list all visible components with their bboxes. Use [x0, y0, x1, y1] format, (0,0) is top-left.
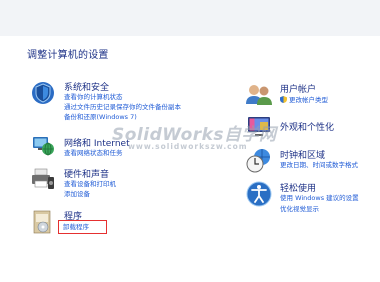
- link-network-status[interactable]: 查看网络状态和任务: [64, 149, 123, 157]
- watermark-url: www.solidworkszw.com: [128, 142, 248, 151]
- uac-shield-icon: [280, 96, 287, 103]
- programs-box-icon[interactable]: [30, 208, 54, 234]
- printer-speaker-icon[interactable]: [30, 166, 54, 190]
- security-shield-icon[interactable]: [30, 80, 54, 104]
- link-view-computer-status[interactable]: 查看你的计算机状态: [64, 93, 123, 101]
- link-optimize-visual-display[interactable]: 优化视觉显示: [280, 205, 319, 213]
- category-clock-region[interactable]: 时钟和区域: [280, 148, 325, 161]
- category-system-security[interactable]: 系统和安全: [64, 80, 109, 93]
- ease-of-access-icon[interactable]: [245, 180, 272, 207]
- category-ease-of-access[interactable]: 轻松使用: [280, 181, 316, 194]
- category-appearance[interactable]: 外观和个性化: [280, 120, 334, 133]
- network-globe-icon[interactable]: [30, 132, 54, 156]
- link-change-account-type[interactable]: 更改帐户类型: [280, 96, 328, 104]
- users-icon[interactable]: [245, 82, 272, 106]
- link-date-time-format[interactable]: 更改日期、时间或数字格式: [280, 161, 358, 169]
- category-user-accounts[interactable]: 用户帐户: [280, 82, 316, 95]
- highlight-box: [58, 220, 107, 234]
- link-add-device[interactable]: 添加设备: [64, 190, 90, 198]
- link-change-account-type-label: 更改帐户类型: [289, 96, 328, 104]
- link-file-history[interactable]: 通过文件历史记录保存你的文件备份副本: [64, 103, 181, 111]
- link-devices-printers[interactable]: 查看设备和打印机: [64, 180, 116, 188]
- link-windows-suggested-settings[interactable]: 使用 Windows 建议的设置: [280, 194, 359, 202]
- category-hardware-sound[interactable]: 硬件和声音: [64, 167, 109, 180]
- top-bar: [0, 0, 380, 36]
- clock-globe-icon[interactable]: [245, 146, 270, 173]
- page-title: 调整计算机的设置: [27, 50, 109, 61]
